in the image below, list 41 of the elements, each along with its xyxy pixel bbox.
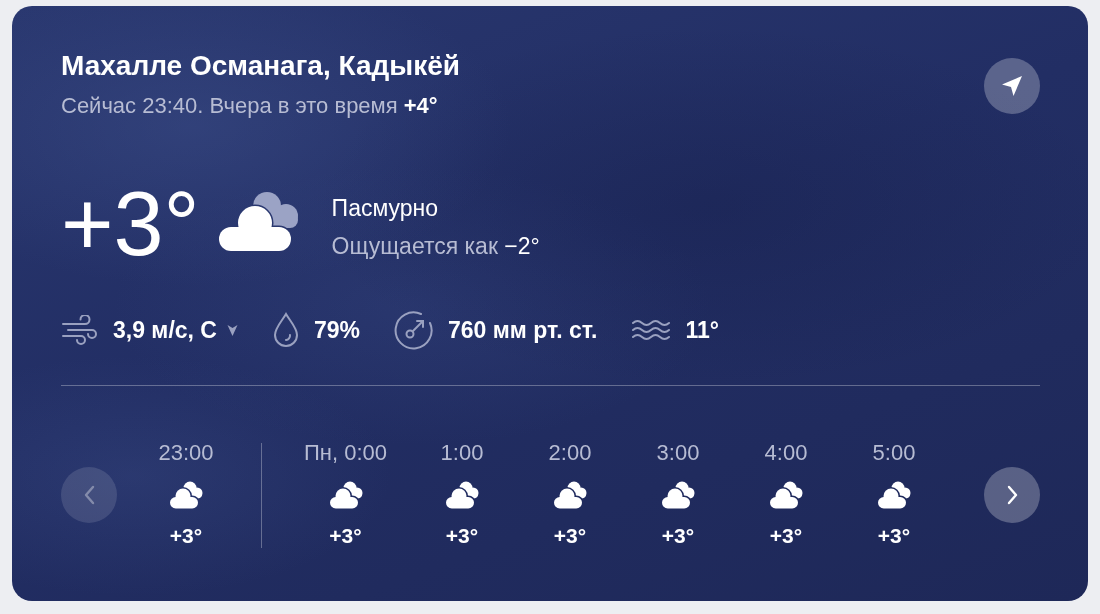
wind-icon [61, 315, 99, 345]
cloud-icon [445, 481, 479, 509]
cloud-icon [661, 481, 695, 509]
chevron-left-icon [82, 485, 96, 505]
hour-temperature: +3° [877, 523, 911, 549]
next-button[interactable] [984, 467, 1040, 523]
hour-temperature: +3° [329, 523, 362, 549]
navigation-arrow-icon [1001, 75, 1023, 97]
water-drop-icon [271, 312, 300, 348]
cloud-icon [769, 481, 803, 509]
waves-icon [631, 318, 672, 342]
hour-time: 2:00 [548, 439, 592, 467]
feels-like-text: Ощущается как −2° [331, 232, 540, 261]
humidity-value: 79% [313, 316, 360, 344]
gauge-icon [394, 310, 434, 350]
condition-text: Пасмурно [331, 194, 440, 223]
time-subtitle: Сейчас 23:40. Вчера в это время +4° [61, 92, 439, 120]
direction-arrow-icon [226, 323, 238, 337]
cloud-icon [877, 481, 911, 509]
hour-time: 3:00 [656, 439, 700, 467]
hour-temperature: +3° [661, 523, 695, 549]
hour-time: 4:00 [764, 439, 808, 467]
hour-time: Пн, 0:00 [304, 439, 387, 467]
location-title: Махалле Османага, Кадыкёй [61, 50, 460, 82]
cloud-icon [217, 190, 300, 252]
current-temperature: +3° [61, 176, 200, 272]
hour-temperature: +3° [553, 523, 587, 549]
cloud-icon [169, 481, 203, 509]
chevron-right-icon [1005, 485, 1019, 505]
cloud-icon [328, 481, 363, 509]
location-button[interactable] [984, 58, 1040, 114]
hour-temperature: +3° [445, 523, 479, 549]
hour-temperature: +3° [769, 523, 803, 549]
hour-time: 5:00 [872, 439, 916, 467]
hour-time: 1:00 [440, 439, 484, 467]
water-temperature-value: 11° [685, 316, 719, 344]
cloud-icon [553, 481, 587, 509]
pressure-value: 760 мм рт. ст. [448, 316, 598, 344]
hour-time: 23:00 [158, 439, 214, 467]
wind-value: 3,9 м/с, С [113, 316, 217, 344]
hour-temperature: +3° [169, 523, 203, 549]
